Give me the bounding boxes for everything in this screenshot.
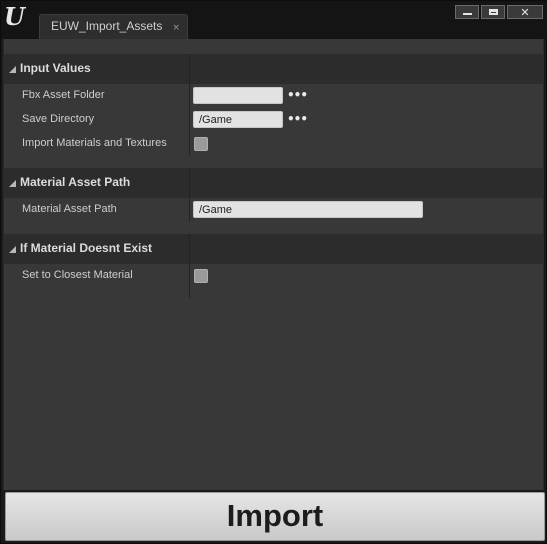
import-button-label: Import <box>226 498 324 533</box>
browse-button[interactable]: ••• <box>287 88 308 102</box>
fbx-asset-folder-field[interactable] <box>193 87 283 104</box>
column-divider[interactable] <box>189 54 190 84</box>
column-divider[interactable] <box>189 198 190 222</box>
property-label: Fbx Asset Folder <box>22 89 105 101</box>
import-materials-checkbox[interactable] <box>194 137 208 151</box>
category-material-asset-path[interactable]: Material Asset Path <box>4 168 543 198</box>
maximize-button[interactable] <box>481 5 505 19</box>
category-input-values[interactable]: Input Values <box>4 54 543 84</box>
column-divider[interactable] <box>189 84 190 156</box>
property-label: Save Directory <box>22 113 95 125</box>
expand-arrow-icon <box>9 246 16 253</box>
property-row-save-directory: Save Directory /Game ••• <box>4 108 543 132</box>
title-bar[interactable]: U EUW_Import_Assets × ✕ <box>1 1 547 39</box>
details-panel: Input Values Fbx Asset Folder ••• Save D… <box>3 39 544 490</box>
property-label: Material Asset Path <box>22 203 117 215</box>
editor-utility-window: U EUW_Import_Assets × ✕ Input Values Fbx… <box>0 0 547 544</box>
maximize-icon <box>488 9 498 15</box>
category-if-material-doesnt-exist[interactable]: If Material Doesnt Exist <box>4 234 543 264</box>
property-label: Import Materials and Textures <box>22 137 167 149</box>
category-label: If Material Doesnt Exist <box>20 241 153 255</box>
property-label: Set to Closest Material <box>22 269 133 281</box>
window-controls: ✕ <box>455 5 543 19</box>
close-icon: ✕ <box>520 5 530 19</box>
minimize-button[interactable] <box>455 5 479 19</box>
column-divider[interactable] <box>189 264 190 298</box>
tab-title: EUW_Import_Assets <box>51 19 163 33</box>
import-button[interactable]: Import <box>5 492 545 541</box>
tab-euw-import-assets[interactable]: EUW_Import_Assets × <box>39 14 188 39</box>
column-divider[interactable] <box>189 168 190 198</box>
expand-arrow-icon <box>9 66 16 73</box>
property-row-fbx-asset-folder: Fbx Asset Folder ••• <box>4 84 543 108</box>
save-directory-field[interactable]: /Game <box>193 111 283 128</box>
tab-close-icon[interactable]: × <box>172 23 180 33</box>
minimize-icon <box>462 13 472 15</box>
property-row-material-asset-path: Material Asset Path /Game <box>4 198 543 222</box>
category-label: Material Asset Path <box>20 175 131 189</box>
category-label: Input Values <box>20 61 91 75</box>
expand-arrow-icon <box>9 180 16 187</box>
column-divider[interactable] <box>189 234 190 264</box>
close-button[interactable]: ✕ <box>507 5 543 19</box>
property-row-import-materials: Import Materials and Textures <box>4 132 543 156</box>
unreal-logo-icon: U <box>4 2 25 31</box>
browse-button[interactable]: ••• <box>287 112 308 126</box>
property-row-set-to-closest-material: Set to Closest Material <box>4 264 543 288</box>
material-asset-path-field[interactable]: /Game <box>193 201 423 218</box>
set-to-closest-material-checkbox[interactable] <box>194 269 208 283</box>
